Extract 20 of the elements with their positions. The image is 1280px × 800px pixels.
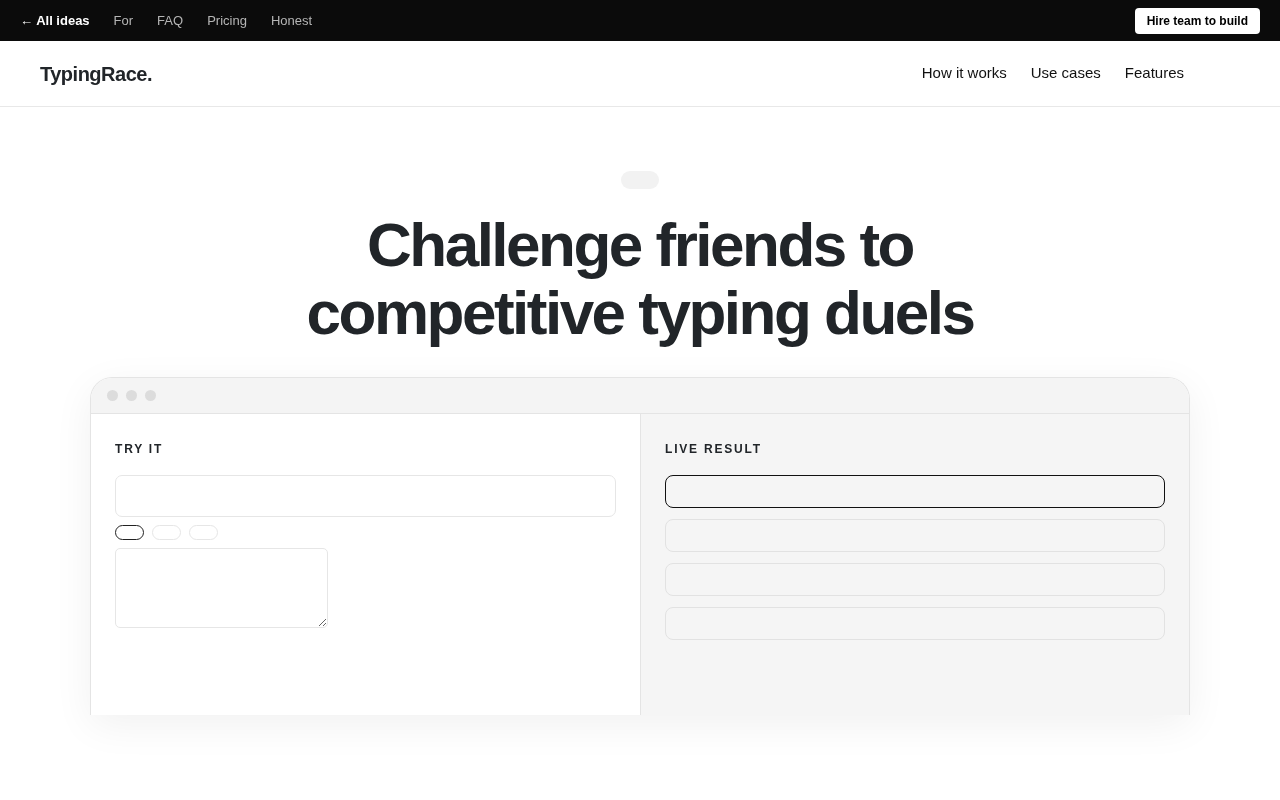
nav-link[interactable]: For xyxy=(113,10,134,31)
section-title: TRY IT xyxy=(115,441,165,458)
section-title: LIVE RESULT xyxy=(665,441,763,458)
nav-link[interactable]: Use cases xyxy=(1030,62,1101,85)
logo[interactable]: TypingRace. xyxy=(40,58,152,89)
window-dot-icon xyxy=(126,390,137,401)
nav-link[interactable]: How it works xyxy=(921,62,1007,85)
hire-button[interactable]: Hire team to build xyxy=(1134,7,1260,34)
text-area[interactable] xyxy=(115,548,328,628)
nav-link[interactable]: Honest xyxy=(270,10,313,31)
window-dot-icon xyxy=(107,390,118,401)
nav-link[interactable]: Features xyxy=(1124,62,1184,85)
nav-link[interactable]: FAQ xyxy=(157,10,184,31)
window-dot-icon xyxy=(145,390,156,401)
input-field[interactable] xyxy=(115,475,616,517)
option-chip[interactable] xyxy=(115,525,144,540)
back-link[interactable]: ← All ideas xyxy=(20,10,90,31)
result-row[interactable] xyxy=(665,475,1165,508)
headline: Challenge friends to competitive typing duels xyxy=(305,211,975,347)
nav-link[interactable]: Pricing xyxy=(207,10,247,31)
